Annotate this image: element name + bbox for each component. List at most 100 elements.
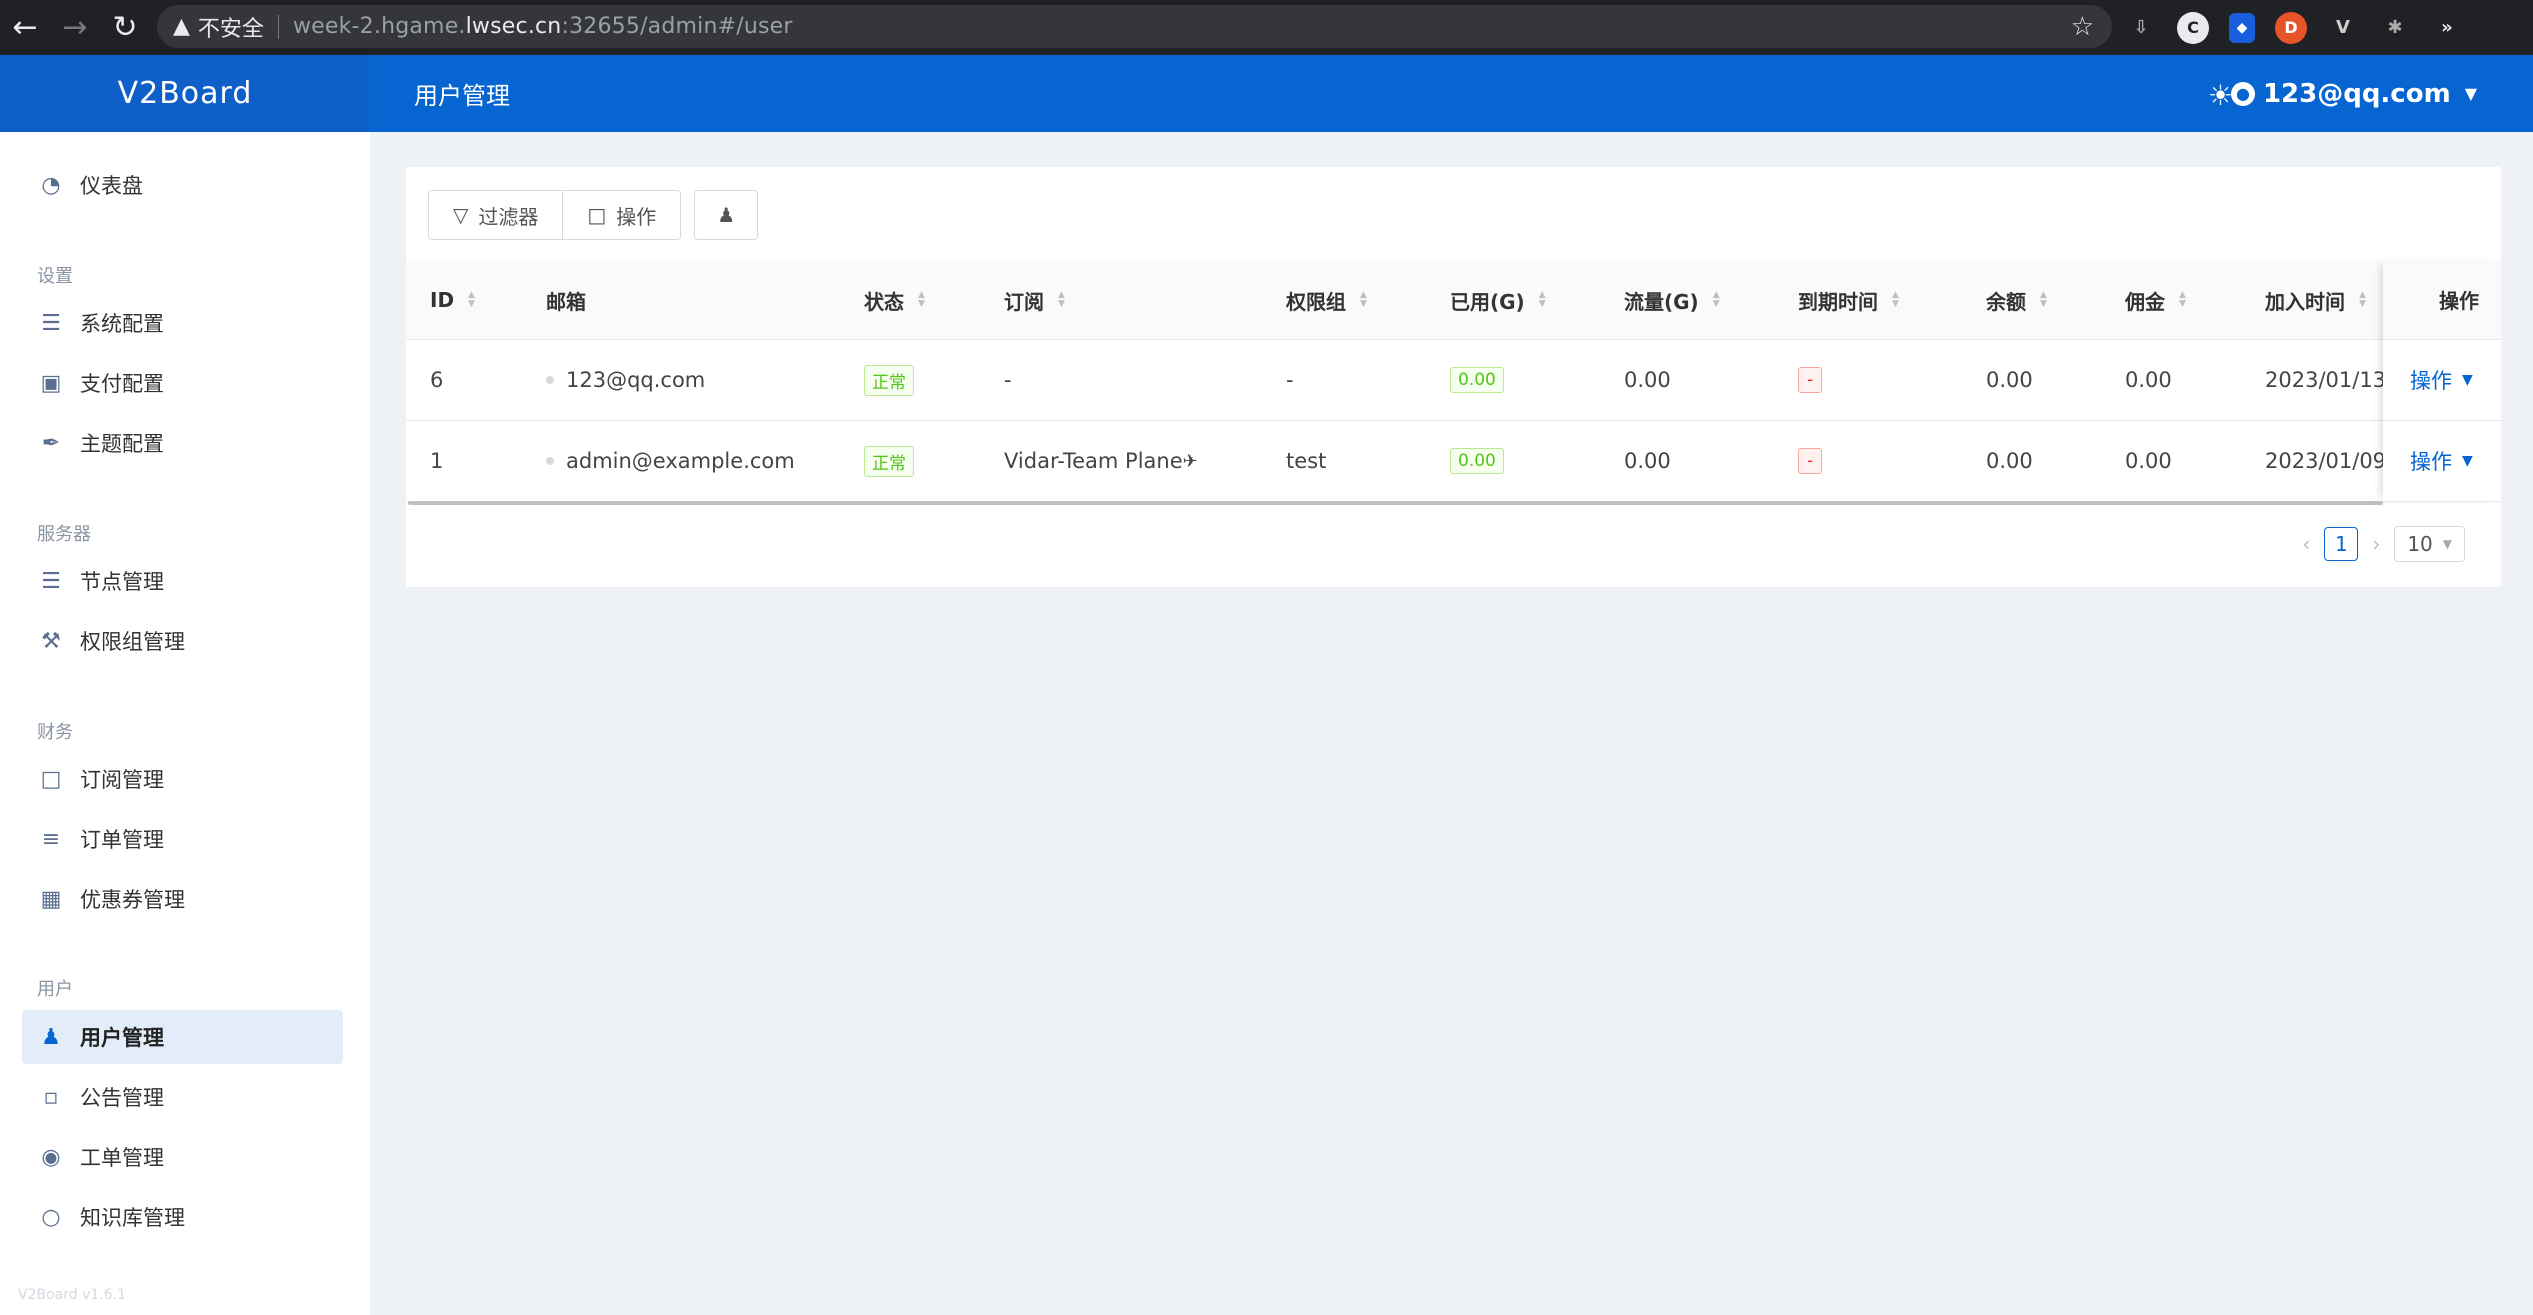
sidebar-item-tickets[interactable]: ◉ 工单管理 — [22, 1130, 343, 1184]
prev-page-icon[interactable]: ‹ — [2302, 532, 2310, 556]
bookmark-star-icon[interactable]: ☆ — [2071, 12, 2094, 42]
column-header-balance[interactable]: 余额 ▲ ▼ — [1986, 260, 2047, 340]
cell-expire: - — [1798, 340, 1823, 420]
sidebar-item-system-config[interactable]: ☰ 系统配置 — [22, 296, 343, 350]
sidebar-item-dashboard[interactable]: ◔ 仪表盘 — [22, 158, 343, 212]
sidebar-item-label: 用户管理 — [80, 1026, 164, 1050]
theme-toggle-icon[interactable]: ☀ — [2208, 79, 2233, 112]
page-number[interactable]: 1 — [2324, 527, 2359, 561]
column-label: ID — [430, 288, 455, 312]
url-prefix: week-2.hgame. — [292, 14, 466, 39]
url-divider — [277, 14, 279, 39]
cell-traffic: 0.00 — [1624, 449, 1671, 473]
chevron-down-icon: ▼ — [2442, 537, 2452, 551]
filter-button-label: 过滤器 — [478, 204, 539, 229]
sidebar-item-coupons[interactable]: ▦ 优惠券管理 — [22, 872, 343, 926]
user-menu[interactable]: ● 123@qq.com ▼ — [2230, 55, 2477, 132]
used-badge: 0.00 — [1450, 367, 1504, 393]
sidebar-item-permission-groups[interactable]: ⚒ 权限组管理 — [22, 614, 343, 668]
sort-icon[interactable]: ▲ ▼ — [2359, 291, 2366, 309]
sort-icon[interactable]: ▲ ▼ — [1713, 291, 1720, 309]
more-extensions-icon[interactable]: » — [2431, 12, 2463, 44]
sort-icon[interactable]: ▲ ▼ — [1360, 291, 1367, 309]
page-size-select[interactable]: 10 ▼ — [2394, 526, 2465, 562]
sidebar-item-nodes[interactable]: ☰ 节点管理 — [22, 554, 343, 608]
table-row: 6 123@qq.com 正常 - - 0.00 0.00 - 0.00 0.0… — [406, 340, 2501, 421]
expire-badge: - — [1798, 367, 1823, 393]
sort-icon[interactable]: ▲ ▼ — [2179, 291, 2186, 309]
column-header-subscription[interactable]: 订阅 ▲ ▼ — [1004, 260, 1065, 340]
column-header-joined[interactable]: 加入时间 ▲ ▼ — [2265, 260, 2366, 340]
action-label: 操作 — [2410, 369, 2452, 393]
clipboard-icon: □ — [40, 766, 62, 792]
sidebar-item-label: 权限组管理 — [80, 630, 185, 654]
sort-icon[interactable]: ▲ ▼ — [2040, 291, 2047, 309]
sidebar-item-subscriptions[interactable]: □ 订阅管理 — [22, 752, 343, 806]
top-header: 用户管理 ☀ ● 123@qq.com ▼ — [370, 55, 2533, 132]
column-header-group[interactable]: 权限组 ▲ ▼ — [1286, 260, 1367, 340]
next-page-icon[interactable]: › — [2372, 532, 2380, 556]
download-icon[interactable]: ⇩ — [2125, 12, 2157, 44]
add-user-button[interactable]: ♟ — [694, 190, 759, 240]
extension-c-icon[interactable]: C — [2177, 11, 2209, 44]
url-text: week-2.hgame.lwsec.cn:32655/admin#/user — [293, 14, 793, 39]
brand-logo[interactable]: V2Board — [0, 55, 370, 132]
puzzle-icon[interactable]: ✱ — [2379, 12, 2411, 44]
select-icon: □ — [587, 203, 607, 227]
horizontal-scrollbar[interactable] — [408, 501, 2383, 505]
expire-badge: - — [1798, 448, 1823, 474]
extension-d-icon[interactable]: D — [2275, 11, 2307, 44]
sort-icon[interactable]: ▲ ▼ — [1539, 291, 1546, 309]
sidebar-item-label: 主题配置 — [80, 432, 164, 456]
table-row: 1 admin@example.com 正常 Vidar-Team Plane ✈… — [406, 421, 2501, 502]
filter-button[interactable]: ▽ 过滤器 — [428, 190, 564, 240]
row-actions: 操作 ▼ — [2383, 421, 2501, 502]
cell-subscription: - — [1004, 368, 1012, 392]
cell-balance: 0.00 — [1986, 449, 2033, 473]
address-bar[interactable]: ▲ 不安全 week-2.hgame.lwsec.cn:32655/admin#… — [157, 5, 2112, 48]
cell-email[interactable]: admin@example.com — [546, 421, 795, 501]
reload-icon[interactable]: ↻ — [100, 0, 150, 55]
bulk-action-button[interactable]: □ 操作 — [563, 190, 682, 240]
row-action-dropdown[interactable]: 操作 ▼ — [2410, 446, 2473, 476]
cell-expire: - — [1798, 421, 1823, 501]
forward-icon[interactable]: → — [50, 0, 100, 55]
sort-icon[interactable]: ▲ ▼ — [1892, 291, 1899, 309]
column-header-id[interactable]: ID ▲ ▼ — [430, 260, 475, 340]
row-action-dropdown[interactable]: 操作 ▼ — [2410, 365, 2473, 395]
sidebar-item-label: 支付配置 — [80, 372, 164, 396]
column-label: 到期时间 — [1798, 289, 1878, 314]
column-header-commission[interactable]: 佣金 ▲ ▼ — [2125, 260, 2186, 340]
list-icon: ≡ — [41, 826, 61, 852]
users-icon: ♟ — [41, 1024, 61, 1050]
status-badge: 正常 — [864, 364, 914, 396]
extension-v-icon[interactable]: V — [2327, 12, 2359, 44]
page-title: 用户管理 — [414, 82, 510, 110]
cell-subscription: Vidar-Team Plane ✈ — [1004, 421, 1198, 501]
column-header-traffic[interactable]: 流量(G) ▲ ▼ — [1624, 260, 1720, 340]
sidebar-item-payment-config[interactable]: ▣ 支付配置 — [22, 356, 343, 410]
column-header-email: 邮箱 — [546, 260, 586, 340]
column-header-used[interactable]: 已用(G) ▲ ▼ — [1450, 260, 1546, 340]
cell-email[interactable]: 123@qq.com — [546, 340, 705, 420]
sort-icon[interactable]: ▲ ▼ — [1058, 291, 1065, 309]
message-icon: ▫ — [43, 1084, 59, 1110]
row-actions: 操作 ▼ — [2383, 340, 2501, 421]
sort-icon[interactable]: ▲ ▼ — [918, 291, 925, 309]
sidebar-item-theme-config[interactable]: ✒ 主题配置 — [22, 416, 343, 470]
action-label: 操作 — [2410, 450, 2452, 474]
caret-down-icon: ▼ — [2462, 453, 2473, 469]
bitwarden-icon[interactable]: ◆ — [2229, 12, 2255, 43]
column-header-expire[interactable]: 到期时间 ▲ ▼ — [1798, 260, 1899, 340]
cell-traffic: 0.00 — [1624, 368, 1671, 392]
column-header-status[interactable]: 状态 ▲ ▼ — [864, 260, 925, 340]
sidebar-item-orders[interactable]: ≡ 订单管理 — [22, 812, 343, 866]
version-label: V2Board v1.6.1 — [18, 1287, 126, 1303]
cell-group: test — [1286, 449, 1327, 473]
sliders-icon: ☰ — [41, 310, 61, 336]
sidebar-item-users[interactable]: ♟ 用户管理 — [22, 1010, 343, 1064]
sidebar-item-notices[interactable]: ▫ 公告管理 — [22, 1070, 343, 1124]
back-icon[interactable]: ← — [0, 0, 50, 55]
sort-icon[interactable]: ▲ ▼ — [468, 291, 475, 309]
sidebar-item-knowledge-base[interactable]: ○ 知识库管理 — [22, 1190, 343, 1244]
